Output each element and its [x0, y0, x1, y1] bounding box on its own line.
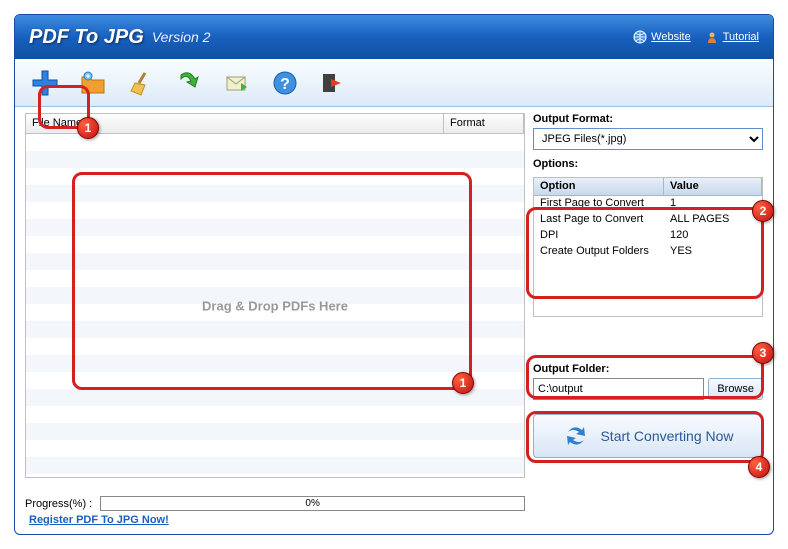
left-panel: File Name Format Drag & Drop PDFs Here P… [25, 113, 525, 511]
file-list-table[interactable]: File Name Format Drag & Drop PDFs Here [25, 113, 525, 478]
folder-icon [79, 69, 107, 97]
progress-row: Progress(%) : 0% [25, 496, 525, 511]
annotation-badge: 1 [452, 372, 474, 394]
annotation-badge: 4 [748, 456, 770, 478]
options-label: Options: [533, 158, 763, 170]
option-row: Last Page to ConvertALL PAGES [534, 212, 762, 228]
start-convert-button[interactable]: Start Converting Now [533, 414, 763, 458]
col-option: Option [534, 178, 664, 195]
right-panel: Output Format: JPEG Files(*.jpg) Options… [533, 113, 763, 511]
register-link[interactable]: Register PDF To JPG Now! [29, 514, 169, 526]
refresh-button[interactable] [169, 64, 209, 102]
options-table[interactable]: Option Value First Page to Convert1 Last… [533, 177, 763, 317]
plus-icon [30, 68, 60, 98]
app-version: Version 2 [152, 29, 211, 45]
progress-label: Progress(%) : [25, 498, 92, 510]
exit-icon [319, 69, 347, 97]
convert-icon [562, 422, 590, 450]
drop-hint: Drag & Drop PDFs Here [202, 298, 348, 313]
person-icon [705, 30, 719, 44]
annotation-badge: 3 [752, 342, 774, 364]
arrow-down-icon [175, 69, 203, 97]
output-folder-label: Output Folder: [533, 363, 763, 375]
col-format[interactable]: Format [444, 114, 524, 133]
help-button[interactable]: ? [265, 64, 305, 102]
website-link[interactable]: Website [633, 30, 691, 44]
option-row: First Page to Convert1 [534, 196, 762, 212]
help-icon: ? [271, 69, 299, 97]
file-drop-area[interactable]: Drag & Drop PDFs Here [26, 134, 524, 477]
title-bar: PDF To JPG Version 2 Website Tutorial [15, 15, 773, 59]
option-row: Create Output FoldersYES [534, 244, 762, 260]
tutorial-link[interactable]: Tutorial [705, 30, 759, 44]
output-format-label: Output Format: [533, 113, 763, 125]
app-window: PDF To JPG Version 2 Website Tutorial ? [14, 14, 774, 535]
exit-button[interactable] [313, 64, 353, 102]
toolbar: ? [15, 59, 773, 107]
add-file-button[interactable] [25, 64, 65, 102]
mail-button[interactable] [217, 64, 257, 102]
option-row: DPI120 [534, 228, 762, 244]
svg-text:?: ? [280, 76, 290, 93]
clear-button[interactable] [121, 64, 161, 102]
progress-bar: 0% [100, 496, 525, 511]
file-table-header: File Name Format [26, 114, 524, 134]
output-folder-input[interactable] [533, 378, 704, 400]
app-title: PDF To JPG [29, 26, 144, 49]
annotation-badge: 2 [752, 200, 774, 222]
col-value: Value [664, 178, 762, 195]
globe-icon [633, 30, 647, 44]
output-format-select[interactable]: JPEG Files(*.jpg) [533, 128, 763, 150]
browse-button[interactable]: Browse [708, 378, 763, 400]
open-folder-button[interactable] [73, 64, 113, 102]
broom-icon [127, 69, 155, 97]
annotation-badge: 1 [77, 117, 99, 139]
mail-icon [223, 69, 251, 97]
